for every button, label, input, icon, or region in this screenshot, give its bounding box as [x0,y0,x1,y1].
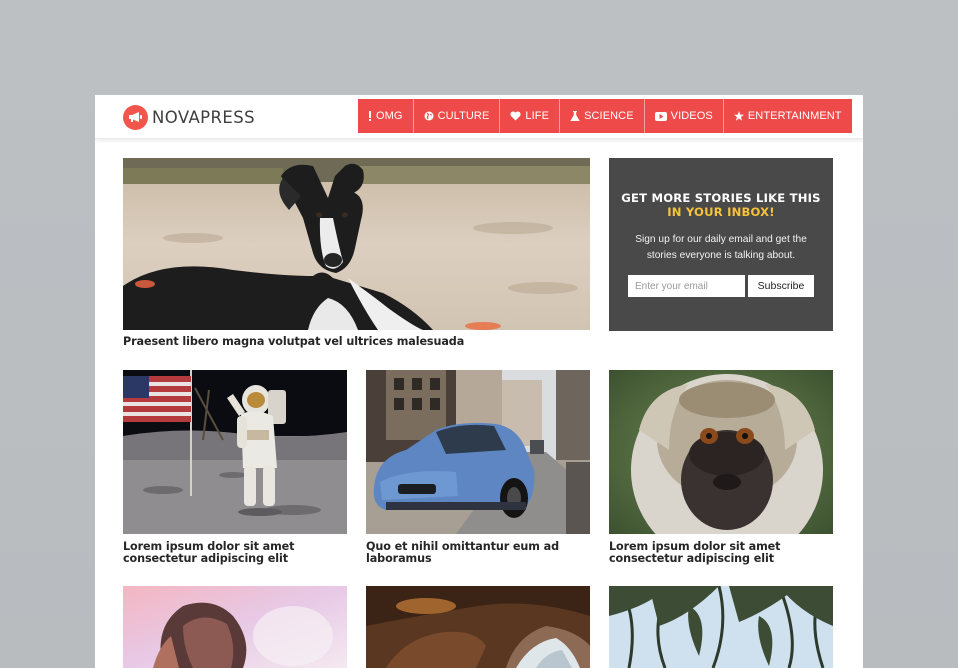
nav-item-life[interactable]: LIFE [500,99,561,133]
email-input[interactable] [628,275,745,297]
site-logo[interactable]: NOVAPRESS [123,104,255,130]
site-header: NOVAPRESS OMG CULTURE LIFE SCIENCE VIDEO… [95,95,863,139]
nav-item-videos[interactable]: VIDEOS [644,99,724,133]
nav-item-entertainment[interactable]: ENTERTAINMENT [723,99,852,133]
nav-item-label: VIDEOS [670,110,713,122]
main-nav: OMG CULTURE LIFE SCIENCE VIDEOS ENTERTAI… [358,99,852,133]
article-image-cave[interactable] [366,586,590,668]
exclamation-icon [369,111,371,121]
newsletter-box: GET MORE STORIES LIKE THIS IN YOUR INBOX… [609,158,833,331]
nav-item-label: LIFE [525,110,550,122]
nav-item-omg[interactable]: OMG [358,99,414,133]
article-image-palms[interactable] [609,586,833,668]
globe-icon [424,111,434,121]
heart-icon [510,111,521,121]
article-caption[interactable]: Lorem ipsum dolor sit amet consectetur a… [609,541,835,565]
video-icon [654,111,667,121]
article-image-car[interactable] [366,370,590,534]
newsletter-title: GET MORE STORIES LIKE THIS [621,191,821,205]
megaphone-icon [123,104,148,130]
featured-caption[interactable]: Praesent libero magna volutpat vel ultri… [123,336,590,348]
article-caption[interactable]: Quo et nihil omittantur eum ad laboramus [366,541,592,565]
article-image-woman[interactable] [123,586,347,668]
page: NOVAPRESS OMG CULTURE LIFE SCIENCE VIDEO… [95,95,863,668]
subscribe-button[interactable]: Subscribe [748,275,814,297]
nav-item-label: SCIENCE [584,110,634,122]
nav-item-label: ENTERTAINMENT [747,110,842,122]
star-icon [733,111,744,121]
newsletter-description: Sign up for our daily email and get the … [635,234,807,261]
logo-text: NOVAPRESS [152,107,255,127]
article-caption[interactable]: Lorem ipsum dolor sit amet consectetur a… [123,541,349,565]
flask-icon [570,110,580,121]
nav-item-label: CULTURE [437,110,490,122]
featured-image[interactable] [123,158,590,330]
nav-item-science[interactable]: SCIENCE [560,99,645,133]
newsletter-title-highlight: IN YOUR INBOX! [667,205,775,219]
article-image-monkey[interactable] [609,370,833,534]
nav-item-label: OMG [376,110,403,122]
nav-item-culture[interactable]: CULTURE [413,99,501,133]
article-image-astronaut[interactable] [123,370,347,534]
